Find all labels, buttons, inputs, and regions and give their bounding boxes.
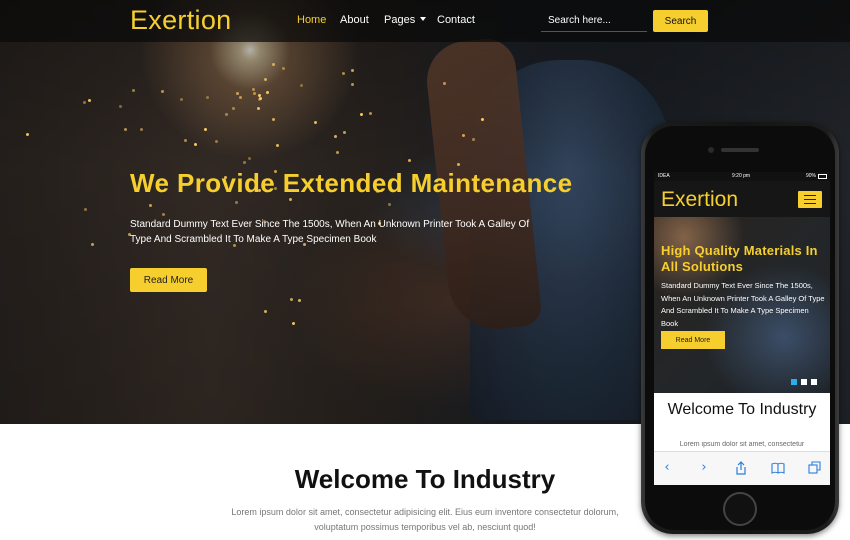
slider-dot-2[interactable] (801, 379, 807, 385)
spark (313, 121, 317, 125)
spark (242, 160, 246, 164)
spark (256, 106, 260, 110)
back-icon[interactable]: ‹ (660, 461, 674, 475)
spark (289, 297, 293, 301)
nav-about-link[interactable]: About (340, 14, 369, 26)
hamburger-menu-icon[interactable] (798, 191, 822, 208)
mobile-welcome-title: Welcome To Industry (667, 401, 817, 418)
top-navbar: Exertion Home About Pages Contact Search (0, 0, 850, 42)
status-time: 9:20 pm (732, 173, 751, 179)
spark (333, 134, 337, 138)
mobile-read-more-button[interactable]: Read More (661, 331, 725, 349)
spark (131, 89, 135, 93)
spark (205, 95, 209, 99)
bookmarks-icon[interactable] (771, 461, 785, 475)
spark (248, 156, 252, 160)
welcome-text: Lorem ipsum dolor sit amet, consectetur … (231, 507, 619, 532)
spark (257, 93, 261, 97)
mobile-welcome-text: Lorem ipsum dolor sit amet, consectetur (679, 441, 805, 448)
phone-mockup: IDEA 9:20 pm 90% Exertion High Quality M… (641, 122, 839, 534)
mobile-hero-description: Standard Dummy Text Ever Since The 1500s… (661, 281, 825, 328)
speaker-grille (721, 148, 759, 152)
phone-screen: IDEA 9:20 pm 90% Exertion High Quality M… (654, 172, 830, 485)
mobile-status-bar: IDEA 9:20 pm 90% (654, 172, 830, 181)
slider-dot-1[interactable] (791, 379, 797, 385)
spark (456, 163, 460, 167)
spark (297, 298, 301, 302)
spark (335, 151, 339, 155)
home-button[interactable] (723, 492, 757, 526)
spark (215, 139, 219, 143)
nav-contact-link[interactable]: Contact (437, 14, 475, 26)
spark (82, 100, 86, 104)
nav-home-link[interactable]: Home (297, 14, 326, 26)
spark (231, 106, 235, 110)
spark (258, 97, 262, 101)
carrier-label: IDEA (658, 173, 670, 179)
spark (238, 95, 242, 99)
hero-title: We Provide Extended Maintenance (130, 168, 573, 198)
brand-logo[interactable]: Exertion (130, 5, 231, 36)
battery-icon (818, 174, 827, 179)
share-icon[interactable] (734, 461, 748, 475)
search-input[interactable] (541, 10, 647, 32)
spark (25, 133, 29, 137)
spark (407, 159, 411, 163)
tabs-icon[interactable] (808, 461, 822, 475)
battery-percent: 90% (805, 173, 816, 179)
mobile-hero: High Quality Materials In All Solutions … (654, 217, 830, 393)
chevron-down-icon (420, 17, 427, 21)
spark (193, 142, 197, 146)
welcome-title: Welcome To Industry (294, 464, 556, 494)
read-more-button[interactable]: Read More (130, 268, 207, 292)
spark (265, 90, 269, 94)
slider-dot-3[interactable] (811, 379, 817, 385)
browser-toolbar: ‹ › (654, 451, 830, 485)
mobile-brand-logo[interactable]: Exertion (661, 188, 738, 212)
mobile-hero-title: High Quality Materials In All Solutions (661, 243, 818, 274)
spark (271, 63, 275, 67)
spark (119, 104, 123, 108)
spark (161, 213, 165, 217)
camera-icon (708, 147, 714, 153)
forward-icon[interactable]: › (697, 461, 711, 475)
spark (90, 242, 94, 246)
hero-description: Standard Dummy Text Ever Since The 1500s… (130, 219, 530, 245)
spark (462, 133, 466, 137)
search-button[interactable]: Search (653, 10, 708, 32)
nav-pages-label: Pages (384, 14, 416, 26)
spark (203, 128, 207, 132)
nav-pages-dropdown[interactable]: Pages (384, 14, 427, 26)
mobile-header: Exertion (654, 181, 830, 217)
spark (235, 200, 239, 204)
spark (252, 91, 256, 95)
